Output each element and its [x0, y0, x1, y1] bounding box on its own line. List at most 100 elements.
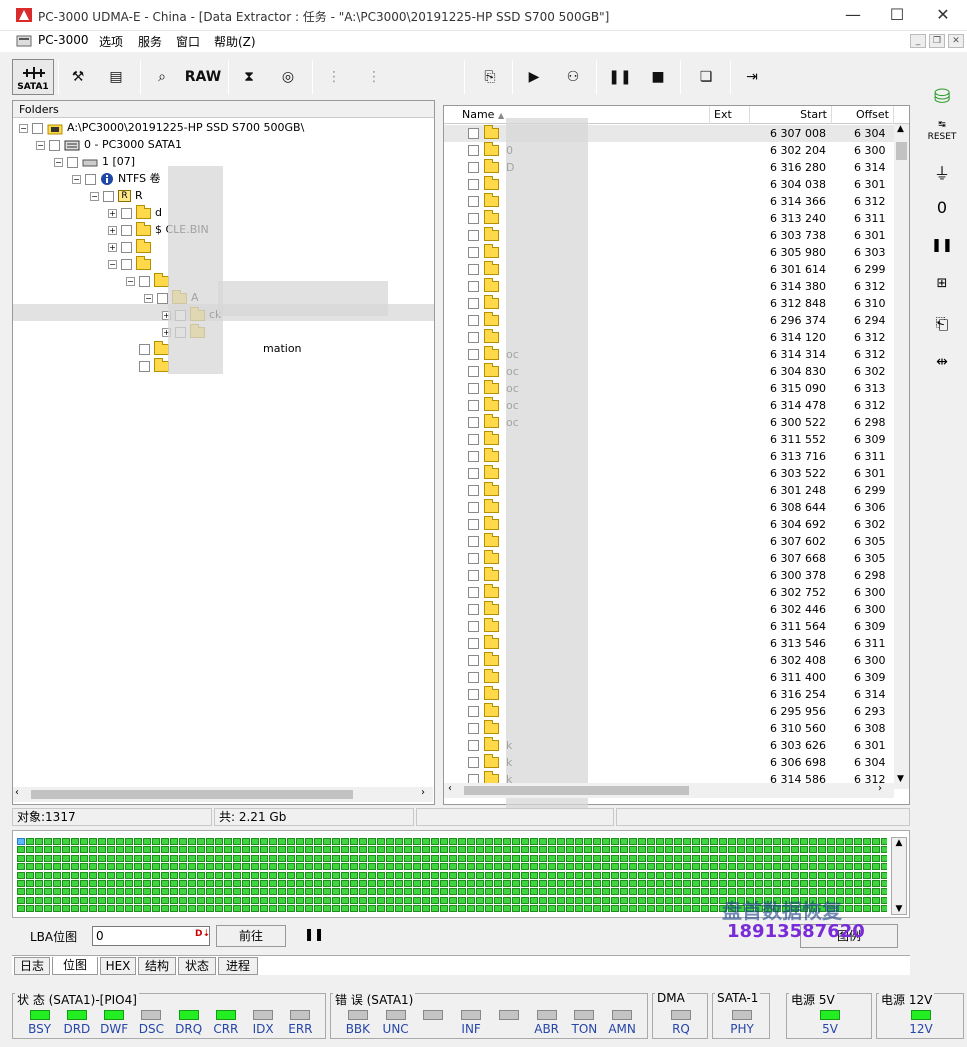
database-icon[interactable]: ⛁ — [926, 81, 958, 111]
save-copy-icon[interactable]: ⎘ — [474, 59, 506, 95]
go-button[interactable]: 前往 — [216, 925, 286, 947]
checkbox[interactable] — [468, 655, 479, 666]
checkbox[interactable] — [49, 139, 60, 151]
checkbox[interactable] — [468, 332, 479, 343]
menu-pc3000[interactable]: PC-3000 — [38, 33, 88, 47]
pause-side-icon[interactable]: ❚❚ — [926, 231, 958, 261]
checkbox[interactable] — [468, 128, 479, 139]
checkbox[interactable] — [468, 213, 479, 224]
tree-folder[interactable]: − — [126, 272, 173, 289]
checkbox[interactable] — [468, 179, 479, 190]
scroll-up-icon[interactable]: ▲ — [897, 124, 904, 134]
checkbox[interactable] — [121, 258, 132, 270]
checkbox[interactable] — [121, 241, 132, 253]
hourglass-icon[interactable]: ⧗ — [234, 59, 264, 95]
scroll-left-icon[interactable]: ‹ — [15, 787, 19, 798]
collapse-icon[interactable]: − — [90, 191, 99, 201]
expand-icon[interactable]: + — [108, 208, 117, 218]
collapse-icon[interactable]: − — [19, 123, 28, 133]
scroll-up-icon[interactable]: ▲ — [892, 838, 906, 848]
checkbox[interactable] — [32, 122, 43, 134]
checkbox[interactable] — [468, 145, 479, 156]
column-offset[interactable]: Offset — [832, 106, 894, 124]
checkbox[interactable] — [468, 298, 479, 309]
network-icon[interactable]: ⚇ — [556, 59, 590, 95]
tree-node-sata[interactable]: − 0 - PC3000 SATA1 — [36, 136, 182, 153]
pause-icon[interactable]: ❚❚ — [606, 59, 634, 95]
checkbox[interactable] — [468, 604, 479, 615]
checkbox[interactable] — [468, 264, 479, 275]
menu-options[interactable]: 选项 — [99, 33, 123, 50]
column-start[interactable]: Start — [750, 106, 832, 124]
tree-folder[interactable]: + — [108, 238, 155, 255]
checkbox[interactable] — [468, 621, 479, 632]
checkbox[interactable] — [468, 723, 479, 734]
tab-process[interactable]: 进程 — [218, 957, 258, 975]
scroll-thumb[interactable] — [464, 786, 689, 795]
checkbox[interactable] — [139, 275, 150, 287]
connector-icon[interactable]: ⊞ — [926, 269, 958, 299]
bitmap-vertical-scrollbar[interactable]: ▲ ▼ — [891, 837, 907, 915]
tab-structure[interactable]: 结构 — [138, 957, 176, 975]
checkbox[interactable] — [139, 343, 150, 355]
tree-folder[interactable] — [126, 357, 173, 374]
checkbox[interactable] — [468, 383, 479, 394]
scroll-thumb[interactable] — [896, 142, 907, 160]
checkbox[interactable] — [121, 224, 132, 236]
tree-node-partition[interactable]: − 1 [07] — [54, 153, 135, 170]
checkbox[interactable] — [85, 173, 96, 185]
tree-structure-icon[interactable]: ⋮ — [318, 59, 350, 95]
copy-remove-icon[interactable]: ⎗ — [926, 309, 958, 339]
checkbox[interactable] — [103, 190, 114, 202]
decimal-mode-icon[interactable]: D⇣ — [195, 929, 210, 939]
collapse-icon[interactable]: − — [126, 276, 135, 286]
files-horizontal-scrollbar[interactable]: ‹ › — [444, 783, 894, 798]
tree-folder[interactable]: − — [108, 255, 155, 272]
power-icon[interactable]: ⏚ — [926, 159, 958, 189]
mdi-close-button[interactable]: ✕ — [948, 34, 964, 48]
checkbox[interactable] — [468, 740, 479, 751]
checkbox[interactable] — [468, 281, 479, 292]
collapse-icon[interactable]: − — [108, 259, 117, 269]
checkbox[interactable] — [468, 366, 479, 377]
checkbox[interactable] — [157, 292, 168, 304]
checkbox[interactable] — [468, 689, 479, 700]
binoculars-icon[interactable]: ⌕ — [148, 59, 176, 95]
checkbox[interactable] — [468, 485, 479, 496]
checkbox[interactable] — [468, 519, 479, 530]
reset-icon[interactable]: ↹ RESET — [926, 119, 958, 149]
checkbox[interactable] — [468, 502, 479, 513]
checkbox[interactable] — [67, 156, 78, 168]
tree-folder[interactable]: + d — [108, 204, 162, 221]
file-list-vertical-scrollbar[interactable]: ▲ ▼ — [894, 124, 909, 789]
checkbox[interactable] — [468, 706, 479, 717]
checkbox[interactable] — [468, 349, 479, 360]
sata1-port-button[interactable]: SATA1 — [12, 59, 54, 95]
windows-icon[interactable]: ❏ — [690, 59, 722, 95]
mdi-minimize-button[interactable]: _ — [910, 34, 926, 48]
checkbox[interactable] — [468, 196, 479, 207]
checkbox[interactable] — [468, 672, 479, 683]
tree-node-ntfs[interactable]: − NTFS 卷 — [72, 170, 161, 187]
maximize-button[interactable]: ☐ — [882, 4, 912, 26]
raw-button[interactable]: RAW — [184, 59, 222, 95]
checkbox[interactable] — [468, 553, 479, 564]
checkbox[interactable] — [468, 536, 479, 547]
menu-window[interactable]: 窗口 — [176, 33, 200, 50]
checkbox[interactable] — [468, 417, 479, 428]
tree-root-node[interactable]: − A:\PC3000\20191225-HP SSD S700 500GB\ — [19, 119, 304, 136]
close-button[interactable]: ✕ — [928, 4, 958, 26]
checkbox[interactable] — [468, 451, 479, 462]
scroll-right-icon[interactable]: › — [878, 783, 882, 794]
disk-icon[interactable]: ◎ — [272, 59, 304, 95]
checkbox[interactable] — [468, 638, 479, 649]
tree-node-root[interactable]: − R R — [90, 187, 143, 204]
scroll-thumb[interactable] — [31, 790, 353, 799]
checkbox[interactable] — [121, 207, 132, 219]
collapse-icon[interactable]: − — [54, 157, 63, 167]
checkbox[interactable] — [468, 757, 479, 768]
scroll-down-icon[interactable]: ▼ — [897, 774, 904, 784]
stop-icon[interactable]: ■ — [644, 59, 672, 95]
mdi-restore-button[interactable]: ❐ — [929, 34, 945, 48]
scroll-down-icon[interactable]: ▼ — [892, 904, 906, 914]
